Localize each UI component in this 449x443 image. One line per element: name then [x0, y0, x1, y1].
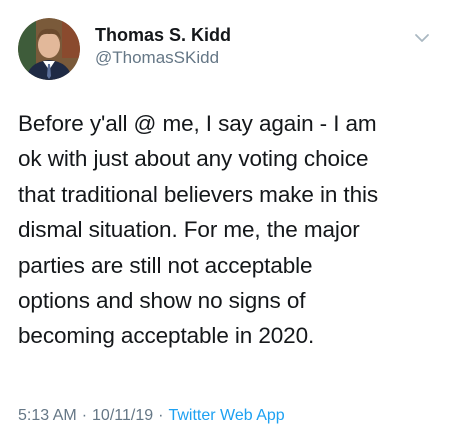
tweet-card: Thomas S. Kidd @ThomasSKidd Before y'all… [0, 0, 449, 443]
tweet-line: parties are still not acceptable [18, 252, 313, 278]
author-handle[interactable]: @ThomasSKidd [95, 47, 219, 69]
tweet-line: that traditional believers make in this [18, 181, 379, 207]
meta-separator: · [81, 407, 88, 424]
tweet-line: dismal situation. For me, the major [18, 217, 360, 243]
tweet-text: Before y'all @ me, I say again - I am ok… [18, 106, 438, 354]
tweet-line: Before y'all @ me, I say again - I am [18, 111, 377, 136]
tweet-date[interactable]: 10/11/19 [92, 407, 153, 424]
tweet-meta: 5:13 AM · 10/11/19 · Twitter Web App [18, 406, 285, 426]
meta-separator: · [158, 407, 164, 424]
author-avatar[interactable] [18, 18, 80, 80]
author-name[interactable]: Thomas S. Kidd [95, 24, 231, 46]
tweet-source-link[interactable]: Twitter Web App [168, 407, 284, 424]
chevron-down-icon[interactable] [412, 28, 432, 48]
tweet-line: options and show no signs of [18, 288, 306, 314]
profile-photo-icon [18, 18, 80, 80]
tweet-time[interactable]: 5:13 AM [18, 407, 77, 424]
tweet-line: becoming acceptable in 2020. [18, 323, 315, 349]
tweet-line: ok with just about any voting choice [18, 146, 369, 172]
